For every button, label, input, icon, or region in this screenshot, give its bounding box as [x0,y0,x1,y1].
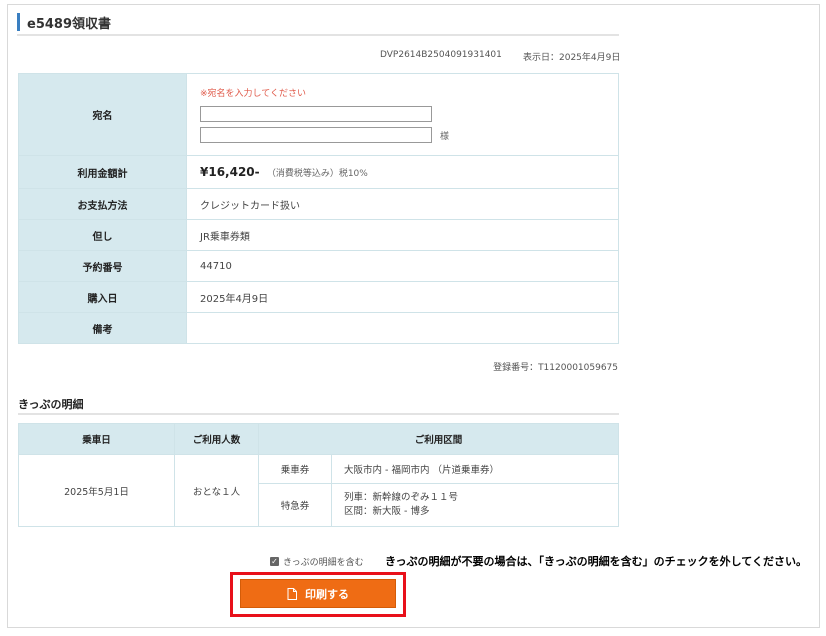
addressee-warning: ※宛名を入力してください [200,89,307,99]
instruction-note: きっぷの明細が不要の場合は、「きっぷの明細を含む」のチェックを外してください。 [385,555,807,568]
purchase-date-row: 購入日 2025年4月9日 [18,281,619,313]
ticket-header-section: ご利用区間 [258,423,619,455]
purpose-row: 但し JR乗車券類 [18,219,619,251]
ticket-section-title: きっぷの明細 [18,398,84,411]
display-date: 表示日：2025年4月9日 [523,53,621,63]
remarks-value [186,312,619,344]
addressee-input-line1[interactable] [200,106,432,122]
include-tickets-checkbox[interactable]: ✓ [270,557,279,566]
remarks-row: 備考 [18,312,619,344]
amount-label: 利用金額計 [18,155,187,189]
include-tickets-option[interactable]: ✓ きっぷの明細を含む [270,555,364,568]
addressee-cell: ※宛名を入力してください 様 [186,73,619,156]
title-divider [17,34,619,36]
addressee-row: 宛名 ※宛名を入力してください 様 [18,73,619,156]
purchase-date-value: 2025年4月9日 [186,281,619,313]
ticket-type-fare: 乗車券 [258,454,332,484]
title-accent-bar [17,13,20,31]
payment-label: お支払方法 [18,188,187,220]
amount-cell: ¥16,420- （消費税等込み）税10% [186,155,619,189]
document-icon [287,587,297,600]
reservation-value: 44710 [186,250,619,282]
reservation-row: 予約番号 44710 [18,250,619,282]
ticket-date: 2025年5月1日 [18,454,175,527]
reservation-label: 予約番号 [18,250,187,282]
ticket-header-date: 乗車日 [18,423,175,455]
ticket-detail-table: 乗車日 ご利用人数 ご利用区間 2025年5月1日 おとな１人 乗車券 大阪市内… [18,423,619,527]
amount-value: ¥16,420- [200,165,260,179]
page-title-bar: e5489領収書 [17,12,111,32]
purpose-label: 但し [18,219,187,251]
print-button-label: 印刷する [305,587,349,601]
receipt-info-table: 宛名 ※宛名を入力してください 様 利用金額計 ¥16,420- （消費税等込み… [18,73,619,344]
remarks-label: 備考 [18,312,187,344]
ticket-train-section: 区間：新大阪 - 博多 [344,506,430,517]
purpose-value: JR乗車券類 [186,219,619,251]
ticket-row: 2025年5月1日 おとな１人 乗車券 大阪市内 - 福岡市内 （片道乗車券） [18,454,619,527]
ticket-detail-express: 列車：新幹線のぞみ１１号 区間：新大阪 - 博多 [331,483,619,527]
addressee-label: 宛名 [18,73,187,156]
ticket-section-divider [18,413,619,415]
ticket-passengers: おとな１人 [174,454,259,527]
ticket-header-row: 乗車日 ご利用人数 ご利用区間 [18,423,619,455]
addressee-input-line2[interactable] [200,127,432,143]
receipt-id: DVP2614B2504091931401 [380,50,502,60]
payment-row: お支払方法 クレジットカード扱い [18,188,619,220]
ticket-type-express: 特急券 [258,483,332,527]
amount-row: 利用金額計 ¥16,420- （消費税等込み）税10% [18,155,619,189]
payment-value: クレジットカード扱い [186,188,619,220]
ticket-header-passengers: ご利用人数 [174,423,259,455]
honorific-label: 様 [440,131,450,142]
page-title: e5489領収書 [27,16,111,32]
amount-tax-note: （消費税等込み）税10% [266,169,368,179]
registration-number: 登録番号：T1120001059675 [493,363,618,373]
purchase-date-label: 購入日 [18,281,187,313]
include-tickets-label: きっぷの明細を含む [283,558,364,568]
print-button[interactable]: 印刷する [240,579,396,608]
ticket-detail-fare: 大阪市内 - 福岡市内 （片道乗車券） [331,454,619,484]
ticket-train-name: 列車：新幹線のぞみ１１号 [344,492,459,503]
